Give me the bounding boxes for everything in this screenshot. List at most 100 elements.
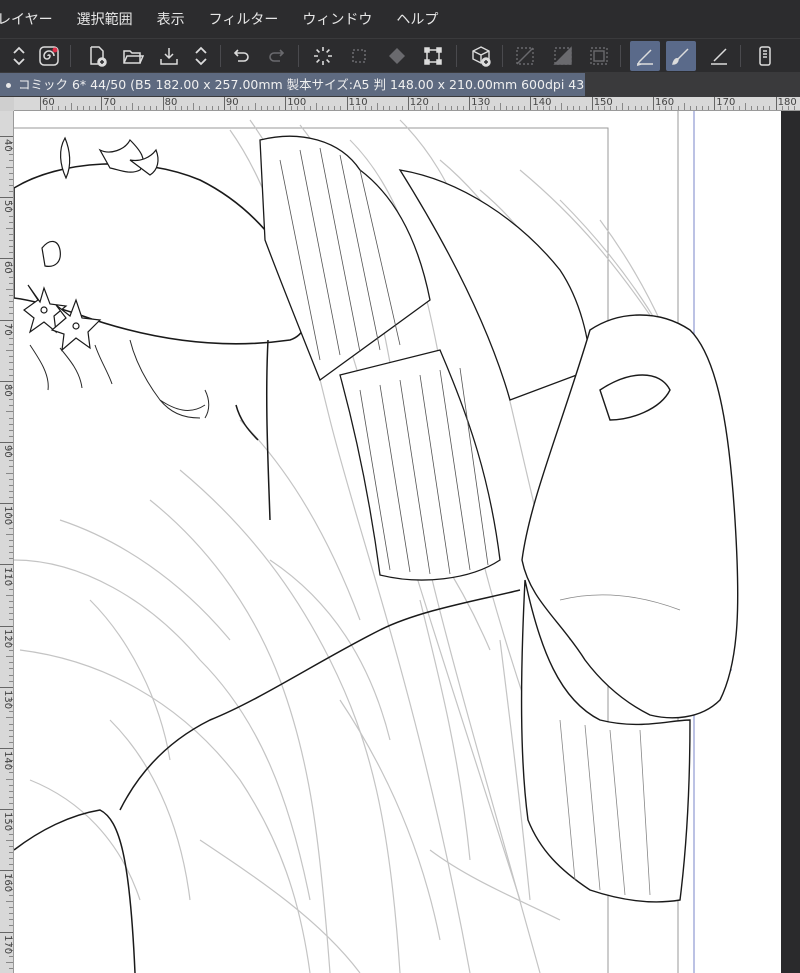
open-folder-icon[interactable]: [118, 41, 148, 71]
fill-icon[interactable]: [382, 41, 412, 71]
menu-layer[interactable]: レイヤー: [0, 9, 53, 29]
ruler-v-minor-tick: [9, 215, 13, 217]
vertical-ruler[interactable]: 40 50 60 70 80 90 100 110 120 130 140 150 160 170: [0, 111, 14, 973]
new-page-icon[interactable]: [82, 41, 112, 71]
stepper-icon[interactable]: [4, 41, 34, 71]
line-tool-icon[interactable]: [704, 41, 734, 71]
ruler-h-major-tick: [285, 97, 287, 110]
ruler-v-major-tick: [0, 503, 13, 505]
ruler-h-major-tick: [223, 97, 225, 110]
ruler-h-major-tick: [775, 97, 777, 110]
ruler-h-minor-tick: [432, 106, 434, 110]
ruler-v-minor-tick: [6, 533, 13, 535]
menu-help[interactable]: ヘルプ: [396, 9, 438, 29]
ruler-v-minor-tick: [9, 607, 13, 609]
ruler-h-minor-tick: [144, 106, 146, 110]
ruler-v-minor-tick: [9, 252, 13, 254]
loading-spinner-icon[interactable]: [308, 41, 338, 71]
menu-view[interactable]: 表示: [157, 9, 185, 29]
invert-selection-icon[interactable]: [548, 41, 578, 71]
selection-border-icon[interactable]: [584, 41, 614, 71]
ruler-h-label: 110: [348, 97, 368, 108]
ruler-h-minor-tick: [76, 106, 78, 110]
3d-material-icon[interactable]: [466, 41, 496, 71]
ruler-h-minor-tick: [573, 106, 575, 110]
ruler-v-minor-tick: [9, 435, 13, 437]
ruler-h-minor-tick: [585, 106, 587, 110]
ruler-v-label: 110: [2, 567, 13, 587]
undo-icon[interactable]: [226, 41, 256, 71]
spiral-icon[interactable]: [34, 41, 64, 71]
ruler-v-minor-tick: [9, 913, 13, 915]
ruler-v-major-tick: [0, 380, 13, 382]
ruler-v-minor-tick: [9, 429, 13, 431]
menu-selection[interactable]: 選択範囲: [77, 9, 133, 29]
ruler-h-minor-tick: [266, 106, 268, 110]
stepper-icon[interactable]: [186, 41, 216, 71]
ruler-v-minor-tick: [9, 374, 13, 376]
ruler-h-minor-tick: [70, 103, 72, 110]
menu-filter[interactable]: フィルター: [209, 9, 279, 29]
horizontal-ruler[interactable]: 60 70 80 90 100 110 120 130 140 150 160 170 180: [14, 97, 800, 111]
ruler-h-minor-tick: [389, 106, 391, 110]
pen-tool-icon[interactable]: [630, 41, 660, 71]
ruler-v-minor-tick: [9, 601, 13, 603]
ruler-v-label: 80: [2, 383, 13, 397]
ruler-h-major-tick: [653, 97, 654, 110]
ruler-v-minor-tick: [9, 735, 13, 737]
ruler-h-minor-tick: [444, 106, 446, 110]
transform-icon[interactable]: [418, 41, 448, 71]
ruler-h-minor-tick: [499, 103, 501, 110]
ruler-h-minor-tick: [217, 106, 219, 110]
ruler-v-minor-tick: [9, 558, 13, 560]
ruler-v-minor-tick: [9, 729, 13, 731]
ruler-h-minor-tick: [493, 106, 495, 110]
ruler-h-minor-tick: [757, 106, 759, 110]
ruler-h-label: 130: [471, 97, 491, 108]
redo-icon[interactable]: [262, 41, 292, 71]
clear-selection-icon[interactable]: [510, 41, 540, 71]
ruler-v-minor-tick: [9, 546, 13, 548]
ruler-v-minor-tick: [6, 839, 13, 841]
ruler-h-minor-tick: [315, 103, 317, 110]
ruler-v-minor-tick: [9, 417, 13, 419]
ruler-v-minor-tick: [9, 956, 13, 958]
ruler-h-major-tick: [530, 97, 532, 110]
ruler-v-major-tick: [0, 136, 13, 137]
ruler-v-minor-tick: [9, 527, 13, 529]
ruler-h-minor-tick: [64, 106, 66, 110]
ruler-h-minor-tick: [82, 106, 84, 110]
ruler-h-minor-tick: [180, 106, 182, 110]
save-download-icon[interactable]: [154, 41, 184, 71]
document-tab[interactable]: コミック 6* 44/50 (B5 182.00 x 257.00mm 製本サイ…: [0, 73, 585, 96]
ruler-h-minor-tick: [579, 106, 581, 110]
ruler-h-minor-tick: [512, 106, 513, 110]
ruler-v-minor-tick: [9, 307, 13, 309]
ruler-v-major-tick: [0, 564, 13, 566]
ruler-v-minor-tick: [9, 539, 13, 541]
ruler-v-minor-tick: [6, 289, 13, 290]
ruler-v-minor-tick: [9, 405, 13, 407]
phone-device-icon[interactable]: [750, 41, 780, 71]
ruler-v-minor-tick: [6, 962, 13, 964]
ruler-v-minor-tick: [9, 337, 13, 339]
ruler-h-minor-tick: [272, 106, 274, 110]
ruler-v-major-tick: [0, 197, 13, 199]
ruler-h-major-tick: [469, 97, 471, 110]
ruler-v-label: 150: [2, 812, 13, 832]
selection-icon[interactable]: [344, 41, 374, 71]
ruler-v-minor-tick: [9, 925, 13, 927]
ruler-v-minor-tick: [9, 662, 13, 664]
ruler-h-minor-tick: [89, 106, 91, 110]
ruler-h-minor-tick: [450, 106, 452, 110]
brush-tool-icon[interactable]: [666, 41, 696, 71]
ruler-h-minor-tick: [702, 106, 704, 110]
drawing-canvas[interactable]: [14, 111, 781, 973]
ruler-h-minor-tick: [125, 106, 127, 110]
ruler-v-minor-tick: [9, 497, 13, 499]
ruler-v-minor-tick: [9, 221, 13, 223]
menu-window[interactable]: ウィンドウ: [302, 9, 372, 29]
ruler-v-minor-tick: [9, 313, 13, 315]
ruler-v-minor-tick: [9, 796, 13, 798]
ruler-v-major-tick: [0, 748, 13, 749]
